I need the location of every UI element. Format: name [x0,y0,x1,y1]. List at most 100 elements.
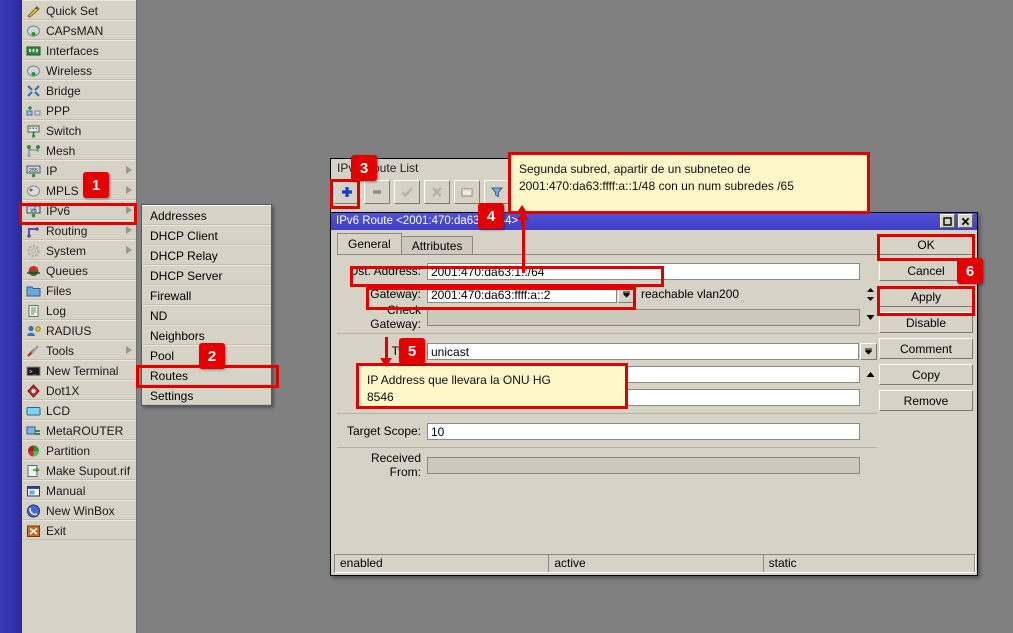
field-input-type[interactable]: unicast [427,343,859,360]
sidebar-item-log[interactable]: Log [22,300,136,320]
lcd-icon [26,404,41,418]
ipv6-submenu-item-addresses[interactable]: Addresses [142,205,271,225]
comment-button[interactable] [454,180,480,204]
field-label-received-from: Received From: [337,451,427,479]
submenu-item-label: ND [150,309,167,323]
tab-attributes[interactable]: Attributes [401,236,474,255]
highlight-dst-address-field [350,266,664,287]
ipv6-submenu-item-nd[interactable]: ND [142,305,271,325]
ipv6-submenu-item-dhcp-server[interactable]: DHCP Server [142,265,271,285]
sidebar-item-ip[interactable]: 255IP [22,160,136,180]
sidebar-item-system[interactable]: System [22,240,136,260]
sidebar-item-mpls[interactable]: MPLS [22,180,136,200]
highlight-apply-button [877,286,975,316]
enable-button[interactable] [394,180,420,204]
sidebar-item-switch[interactable]: Switch [22,120,136,140]
submenu-item-label: Addresses [150,209,207,223]
sidebar-item-mesh[interactable]: Mesh [22,140,136,160]
sidebar-item-label: Manual [46,484,85,498]
log-icon [26,304,41,318]
maximize-button[interactable] [940,214,955,228]
copy-button[interactable]: Copy [879,364,973,385]
sidebar-item-metarouter[interactable]: MetaROUTER [22,420,136,440]
sidebar-item-label: Tools [46,344,74,358]
remove-button[interactable]: Remove [879,390,973,411]
filter-button[interactable] [484,180,510,204]
annotation-badge-3: 3 [351,155,377,181]
spacer [863,389,877,406]
wand-icon [26,4,41,18]
sidebar-item-make-supout-rif[interactable]: Make Supout.rif [22,460,136,480]
partition-icon [26,444,41,458]
submenu-item-label: Pool [150,349,174,363]
mpls-icon [26,184,41,198]
svg-text:255: 255 [29,168,38,174]
remove-button[interactable] [364,180,390,204]
ipv6-submenu-item-firewall[interactable]: Firewall [142,285,271,305]
sidebar-item-tools[interactable]: Tools [22,340,136,360]
chevron-up-icon[interactable] [863,366,877,383]
ipv6-submenu-item-neighbors[interactable]: Neighbors [142,325,271,345]
sidebar-item-manual[interactable]: Manual [22,480,136,500]
tab-general[interactable]: General [337,233,402,255]
close-button[interactable] [958,214,973,228]
chevron-down-icon[interactable] [863,309,877,326]
field-input-check-gateway[interactable] [427,309,860,326]
chevron-right-icon [126,186,132,194]
sidebar-item-dot1x[interactable]: Dot1X [22,380,136,400]
ppp-icon [26,104,41,118]
sidebar-item-files[interactable]: Files [22,280,136,300]
ipv6-submenu-item-settings[interactable]: Settings [142,385,271,405]
gateway-status-text: reachable vlan200 [635,286,860,303]
submenu-item-label: Firewall [150,289,191,303]
chevron-right-icon [126,226,132,234]
ipv6-submenu-item-dhcp-client[interactable]: DHCP Client [142,225,271,245]
sidebar-item-partition[interactable]: Partition [22,440,136,460]
sidebar-item-label: Files [46,284,71,298]
highlight-ipv6-menu [19,203,137,225]
supout-icon [26,464,41,478]
field-input-received-from[interactable] [427,457,860,474]
sidebar-item-label: Wireless [46,64,92,78]
sidebar-item-new-winbox[interactable]: New WinBox [22,500,136,520]
disable-button[interactable] [424,180,450,204]
sidebar-item-queues[interactable]: Queues [22,260,136,280]
sidebar-item-quick-set[interactable]: Quick Set [22,0,136,20]
sidebar-item-wireless[interactable]: Wireless [22,60,136,80]
spacer [863,263,877,280]
annotation-badge-4: 4 [478,203,504,229]
updown-spinner-icon[interactable] [863,286,877,303]
statusbar-cell-active: active [549,555,763,572]
ipv6-submenu-item-dhcp-relay[interactable]: DHCP Relay [142,245,271,265]
statusbar-cell-static: static [764,555,975,572]
sidebar-item-label: Quick Set [46,4,98,18]
route-dialog-tabs: GeneralAttributes [337,235,472,255]
route-dialog-titlebar: IPv6 Route <2001:470:da63:1::/64> [331,213,977,230]
comment-button[interactable]: Comment [879,338,973,359]
submenu-item-label: Neighbors [150,329,205,343]
main-menu-sidebar: Quick Set CAPsMANInterfaces Wireless Bridge… [22,0,137,633]
tooltip-onu-pointer-head [380,358,392,367]
chevron-down-icon[interactable] [860,343,877,360]
queues-icon [26,264,41,278]
annotation-badge-5: 5 [399,338,425,364]
sidebar-item-exit[interactable]: Exit [22,520,136,540]
badge4-pointer-line [522,218,525,273]
form-divider [337,333,877,334]
routing-icon [26,224,41,238]
field-input-target-scope[interactable]: 10 [427,423,860,440]
sidebar-item-interfaces[interactable]: Interfaces [22,40,136,60]
route-dialog-statusbar: enabledactivestatic [334,554,976,573]
annotation-badge-2: 2 [199,343,225,369]
sidebar-item-radius[interactable]: RADIUS [22,320,136,340]
sidebar-item-lcd[interactable]: LCD [22,400,136,420]
switch-icon [26,124,41,138]
sidebar-item-new-terminal[interactable]: >_New Terminal [22,360,136,380]
winbox-icon [26,504,41,518]
sidebar-item-bridge[interactable]: Bridge [22,80,136,100]
form-divider [337,447,877,448]
sidebar-item-capsman[interactable]: CAPsMAN [22,20,136,40]
sidebar-item-ppp[interactable]: PPP [22,100,136,120]
chevron-right-icon [126,346,132,354]
highlight-add-route-button [330,179,360,209]
